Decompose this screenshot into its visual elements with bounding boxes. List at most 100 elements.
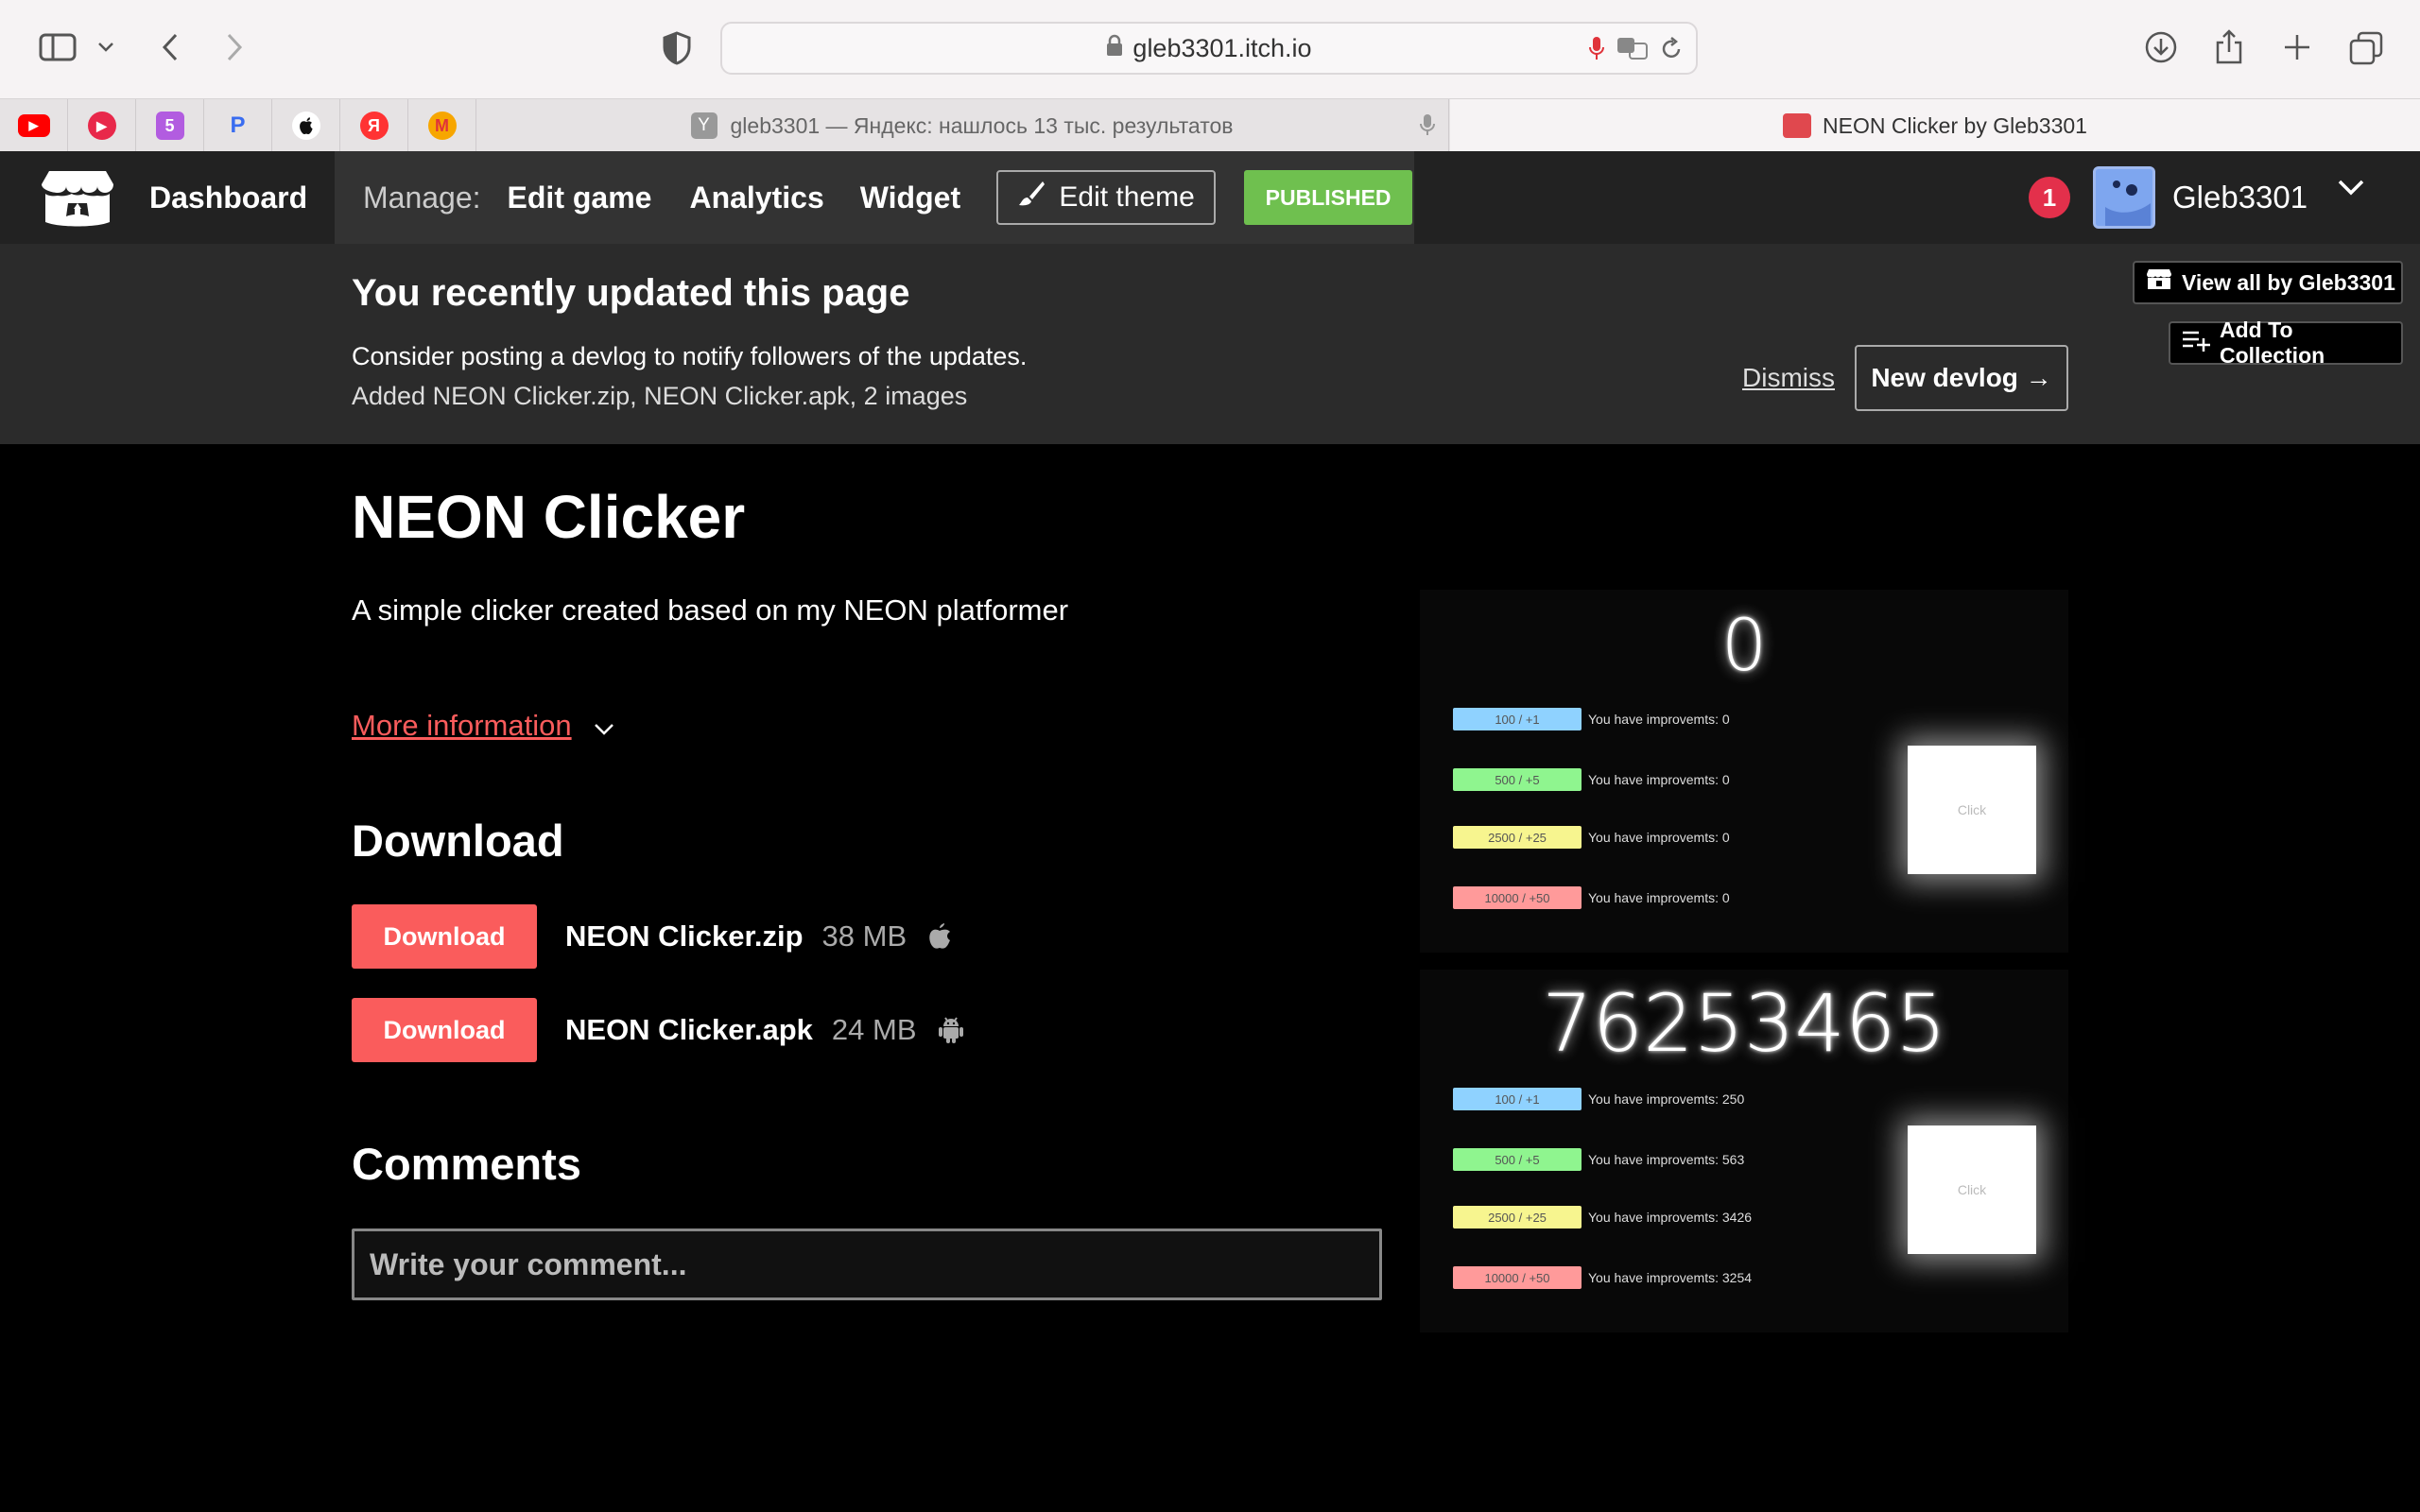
favorite-apple[interactable] <box>272 99 340 152</box>
download-row: Download NEON Clicker.zip 38 MB <box>352 904 952 969</box>
notice-title: You recently updated this page <box>352 272 910 314</box>
tab-overview-icon[interactable] <box>2346 28 2386 68</box>
file-name: NEON Clicker.apk <box>565 1013 813 1046</box>
dismiss-link[interactable]: Dismiss <box>1742 363 1835 393</box>
comments-heading: Comments <box>352 1139 581 1189</box>
music-icon: ▶ <box>87 112 116 140</box>
notice-details: Added NEON Clicker.zip, NEON Clicker.apk… <box>352 382 968 410</box>
tab-title: NEON Clicker by Gleb3301 <box>1823 112 2087 138</box>
username[interactable]: Gleb3301 <box>2172 151 2308 244</box>
file-name: NEON Clicker.zip <box>565 919 804 953</box>
update-notice: You recently updated this page Consider … <box>0 244 2420 444</box>
yandex-icon: Я <box>359 112 389 140</box>
reload-icon[interactable] <box>1660 37 1683 68</box>
upgrade-button: 100 / +1 <box>1453 1088 1582 1110</box>
add-to-list-icon <box>2182 329 2220 357</box>
itch-header: Dashboard Manage: Edit game Analytics Wi… <box>0 151 2420 244</box>
privacy-shield-icon[interactable] <box>658 28 696 68</box>
upgrade-count: You have improvemts: 250 <box>1588 1091 1745 1107</box>
upgrade-button: 10000 / +50 <box>1453 1266 1582 1289</box>
upgrade-count: You have improvemts: 3254 <box>1588 1270 1753 1285</box>
itch-store-icon <box>2146 268 2182 297</box>
view-all-button[interactable]: View all by Gleb3301 <box>2133 261 2403 304</box>
new-tab-icon[interactable] <box>2278 28 2316 66</box>
file-size: 38 MB <box>821 919 908 953</box>
forward-icon[interactable] <box>216 26 253 68</box>
upgrade-count: You have improvemts: 563 <box>1588 1152 1745 1167</box>
upgrade-button: 500 / +5 <box>1453 768 1582 791</box>
edit-game-link[interactable]: Edit game <box>508 180 652 215</box>
youtube-icon: ▶ <box>17 114 50 137</box>
p-icon: P <box>230 112 246 138</box>
favorite-music[interactable]: ▶ <box>68 99 136 152</box>
download-button[interactable]: Download <box>352 998 537 1062</box>
market-icon: M <box>427 112 457 140</box>
new-devlog-button[interactable]: New devlog → <box>1855 345 2068 411</box>
click-square: Click <box>1908 746 2036 874</box>
tab-bar: ▶ ▶ 5 P Я M Y gleb3301 — Яндекс: нашлось… <box>0 98 2420 152</box>
favorite-yandex[interactable]: Я <box>340 99 408 152</box>
click-square: Click <box>1908 1125 2036 1254</box>
sidebar-toggle-icon[interactable] <box>34 28 81 66</box>
dashboard-link[interactable]: Dashboard <box>149 151 307 244</box>
chevron-down-icon[interactable] <box>594 723 614 741</box>
chevron-down-icon[interactable] <box>93 34 119 60</box>
published-status-badge[interactable]: PUBLISHED <box>1244 170 1413 225</box>
game-screenshot[interactable]: 76253465 100 / +1 You have improvemts: 2… <box>1420 970 2068 1332</box>
upgrade-count: You have improvemts: 3426 <box>1588 1210 1753 1225</box>
lock-icon <box>1106 34 1123 63</box>
notice-text: Consider posting a devlog to notify foll… <box>352 342 1028 370</box>
add-to-collection-button[interactable]: Add To Collection <box>2169 318 2403 368</box>
notification-badge[interactable]: 1 <box>2029 177 2070 218</box>
file-size: 24 MB <box>831 1013 917 1046</box>
download-row: Download NEON Clicker.apk 24 MB <box>352 998 964 1062</box>
download-button[interactable]: Download <box>352 904 537 969</box>
manage-bar: Manage: Edit game Analytics Widget Edit … <box>335 151 1414 244</box>
favorite-youtube[interactable]: ▶ <box>0 99 68 152</box>
upgrade-count: You have improvemts: 0 <box>1588 830 1730 845</box>
upgrade-button: 2500 / +25 <box>1453 1206 1582 1228</box>
widget-link[interactable]: Widget <box>860 180 960 215</box>
upgrade-button: 2500 / +25 <box>1453 826 1582 849</box>
edit-theme-button[interactable]: Edit theme <box>996 170 1217 225</box>
favorite-market[interactable]: M <box>408 99 476 152</box>
upgrade-count: You have improvemts: 0 <box>1588 772 1730 787</box>
game-screenshot[interactable]: 0 100 / +1 You have improvemts: 0 500 / … <box>1420 590 2068 953</box>
upgrade-button: 10000 / +50 <box>1453 886 1582 909</box>
tab-neon-clicker[interactable]: NEON Clicker by Gleb3301 <box>1450 99 2420 152</box>
add-to-collection-label: Add To Collection <box>2220 318 2325 368</box>
edit-theme-label: Edit theme <box>1059 181 1195 213</box>
score-counter: 0 <box>1720 603 1768 687</box>
itch-logo-icon[interactable] <box>40 167 115 230</box>
game-description: A simple clicker created based on my NEO… <box>352 593 1069 627</box>
back-icon[interactable] <box>151 26 189 68</box>
url-text: gleb3301.itch.io <box>1132 33 1312 62</box>
microphone-icon[interactable] <box>1588 35 1605 68</box>
share-icon[interactable] <box>2210 26 2248 68</box>
download-heading: Download <box>352 816 564 866</box>
downloads-icon[interactable] <box>2142 28 2180 66</box>
more-information-link[interactable]: More information <box>352 709 572 743</box>
favorite-five[interactable]: 5 <box>136 99 204 152</box>
favorite-p[interactable]: P <box>204 99 272 152</box>
upgrade-count: You have improvemts: 0 <box>1588 712 1730 727</box>
upgrade-count: You have improvemts: 0 <box>1588 890 1730 905</box>
tab-audio-icon <box>1420 112 1435 143</box>
tab-favicon-y: Y <box>690 112 717 139</box>
apple-icon <box>927 922 952 951</box>
game-title: NEON Clicker <box>352 483 746 551</box>
analytics-link[interactable]: Analytics <box>689 180 823 215</box>
android-icon <box>938 1016 964 1044</box>
address-bar[interactable]: gleb3301.itch.io <box>720 22 1698 75</box>
manage-label: Manage: <box>363 180 481 215</box>
tab-title: gleb3301 — Яндекс: нашлось 13 тыс. резул… <box>730 112 1234 138</box>
chevron-down-icon[interactable] <box>2337 178 2365 201</box>
paintbrush-icon <box>1017 180 1059 215</box>
apple-icon <box>291 112 320 140</box>
upgrade-button: 100 / +1 <box>1453 708 1582 730</box>
comment-input[interactable] <box>352 1228 1382 1300</box>
avatar[interactable] <box>2093 166 2155 229</box>
translate-icon[interactable] <box>1616 37 1649 66</box>
score-counter: 76253465 <box>1542 977 1946 1070</box>
tab-yandex-search[interactable]: Y gleb3301 — Яндекс: нашлось 13 тыс. рез… <box>475 99 1449 152</box>
